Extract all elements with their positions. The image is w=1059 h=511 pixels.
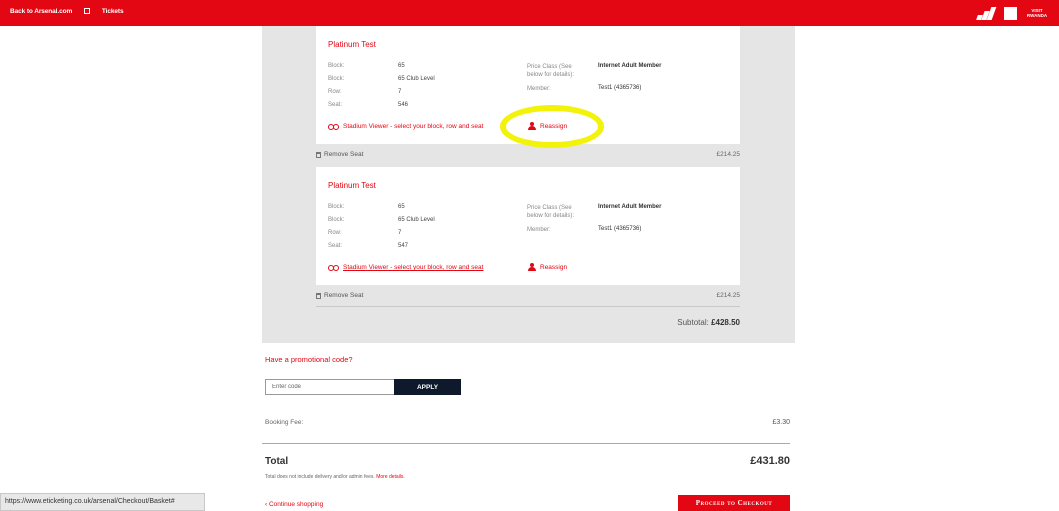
detail-label: Block: bbox=[328, 204, 345, 210]
highlight-annotation-circle bbox=[500, 105, 604, 148]
stadium-viewer-link[interactable]: Stadium Viewer - select your block, row … bbox=[328, 123, 483, 130]
seat-title: Platinum Test bbox=[328, 40, 376, 49]
detail-label: Seat: bbox=[328, 243, 343, 249]
seat-remove-row: Remove Seat £214.25 bbox=[316, 287, 740, 305]
detail-label: Seat: bbox=[328, 102, 343, 108]
seat-title: Platinum Test bbox=[328, 181, 376, 190]
total-label: Total bbox=[265, 456, 289, 467]
price-class-label: Price Class (See below for details): bbox=[527, 205, 575, 219]
visit-rwanda-logo[interactable]: VISIT RWANDA bbox=[1025, 8, 1049, 18]
remove-seat-button[interactable]: Remove Seat bbox=[316, 151, 363, 158]
total-value: £431.80 bbox=[750, 455, 790, 467]
seat-remove-row: Remove Seat £214.25 bbox=[316, 146, 740, 164]
apply-button[interactable]: APPLY bbox=[394, 379, 461, 395]
detail-value: 65 bbox=[398, 63, 405, 69]
header-links: Back to Arsenal.com Tickets bbox=[10, 8, 133, 15]
continue-shopping-link[interactable]: ‹ Continue shopping bbox=[265, 501, 323, 508]
price-class-value: Internet Adult Member bbox=[598, 204, 662, 210]
detail-label: Block: bbox=[328, 217, 345, 223]
detail-value: 65 bbox=[398, 204, 405, 210]
binoculars-icon bbox=[328, 264, 339, 271]
seat-price: £214.25 bbox=[716, 292, 741, 299]
back-to-arsenal-link[interactable]: Back to Arsenal.com bbox=[10, 8, 91, 15]
trash-icon bbox=[316, 151, 321, 158]
adidas-logo[interactable] bbox=[974, 6, 997, 20]
emirates-logo[interactable] bbox=[1004, 6, 1017, 20]
tickets-link[interactable]: Tickets bbox=[102, 8, 124, 15]
subtotal: Subtotal: £428.50 bbox=[677, 318, 740, 327]
divider bbox=[316, 306, 740, 307]
promo-code-heading: Have a promotional code? bbox=[265, 355, 353, 364]
sponsor-logos: VISIT RWANDA bbox=[974, 6, 1049, 20]
price-class-label: Price Class (See below for details): bbox=[527, 64, 575, 78]
divider bbox=[262, 443, 790, 444]
detail-value: 65 Club Level bbox=[398, 217, 435, 223]
detail-value: 547 bbox=[398, 243, 409, 249]
seat-price: £214.25 bbox=[716, 151, 741, 158]
person-icon bbox=[527, 263, 537, 272]
remove-seat-button[interactable]: Remove Seat bbox=[316, 292, 363, 299]
total-note: Total does not include delivery and/or a… bbox=[265, 474, 405, 480]
booking-fee-label: Booking Fee: bbox=[265, 419, 304, 426]
detail-value: 546 bbox=[398, 102, 409, 108]
detail-value: 7 bbox=[398, 230, 402, 236]
detail-label: Block: bbox=[328, 63, 345, 69]
trash-icon bbox=[316, 292, 321, 299]
external-link-icon bbox=[84, 8, 91, 14]
detail-label: Block: bbox=[328, 76, 345, 82]
browser-status-url: https://www.eticketing.co.uk/arsenal/Che… bbox=[0, 493, 205, 511]
subtotal-value: £428.50 bbox=[711, 318, 740, 327]
seat-card: Platinum Test Block: 65 Block: 65 Club L… bbox=[316, 167, 740, 285]
member-value: Test1 (4365736) bbox=[598, 226, 642, 232]
binoculars-icon bbox=[328, 123, 339, 130]
promo-code-input[interactable] bbox=[265, 379, 395, 395]
member-value: Test1 (4365736) bbox=[598, 85, 642, 91]
member-label: Member: bbox=[527, 86, 551, 92]
detail-label: Row: bbox=[328, 89, 342, 95]
stadium-viewer-link[interactable]: Stadium Viewer - select your block, row … bbox=[328, 264, 483, 271]
proceed-to-checkout-button[interactable]: Proceed to Checkout bbox=[678, 495, 790, 511]
more-details-link[interactable]: More details. bbox=[376, 474, 405, 480]
detail-value: 65 Club Level bbox=[398, 76, 435, 82]
member-label: Member: bbox=[527, 227, 551, 233]
detail-value: 7 bbox=[398, 89, 402, 95]
reassign-button[interactable]: Reassign bbox=[527, 263, 567, 272]
booking-fee-value: £3.30 bbox=[772, 419, 790, 426]
top-navigation-bar: Back to Arsenal.com Tickets VISIT RWANDA bbox=[0, 0, 1059, 26]
price-class-value: Internet Adult Member bbox=[598, 63, 662, 69]
detail-label: Row: bbox=[328, 230, 342, 236]
